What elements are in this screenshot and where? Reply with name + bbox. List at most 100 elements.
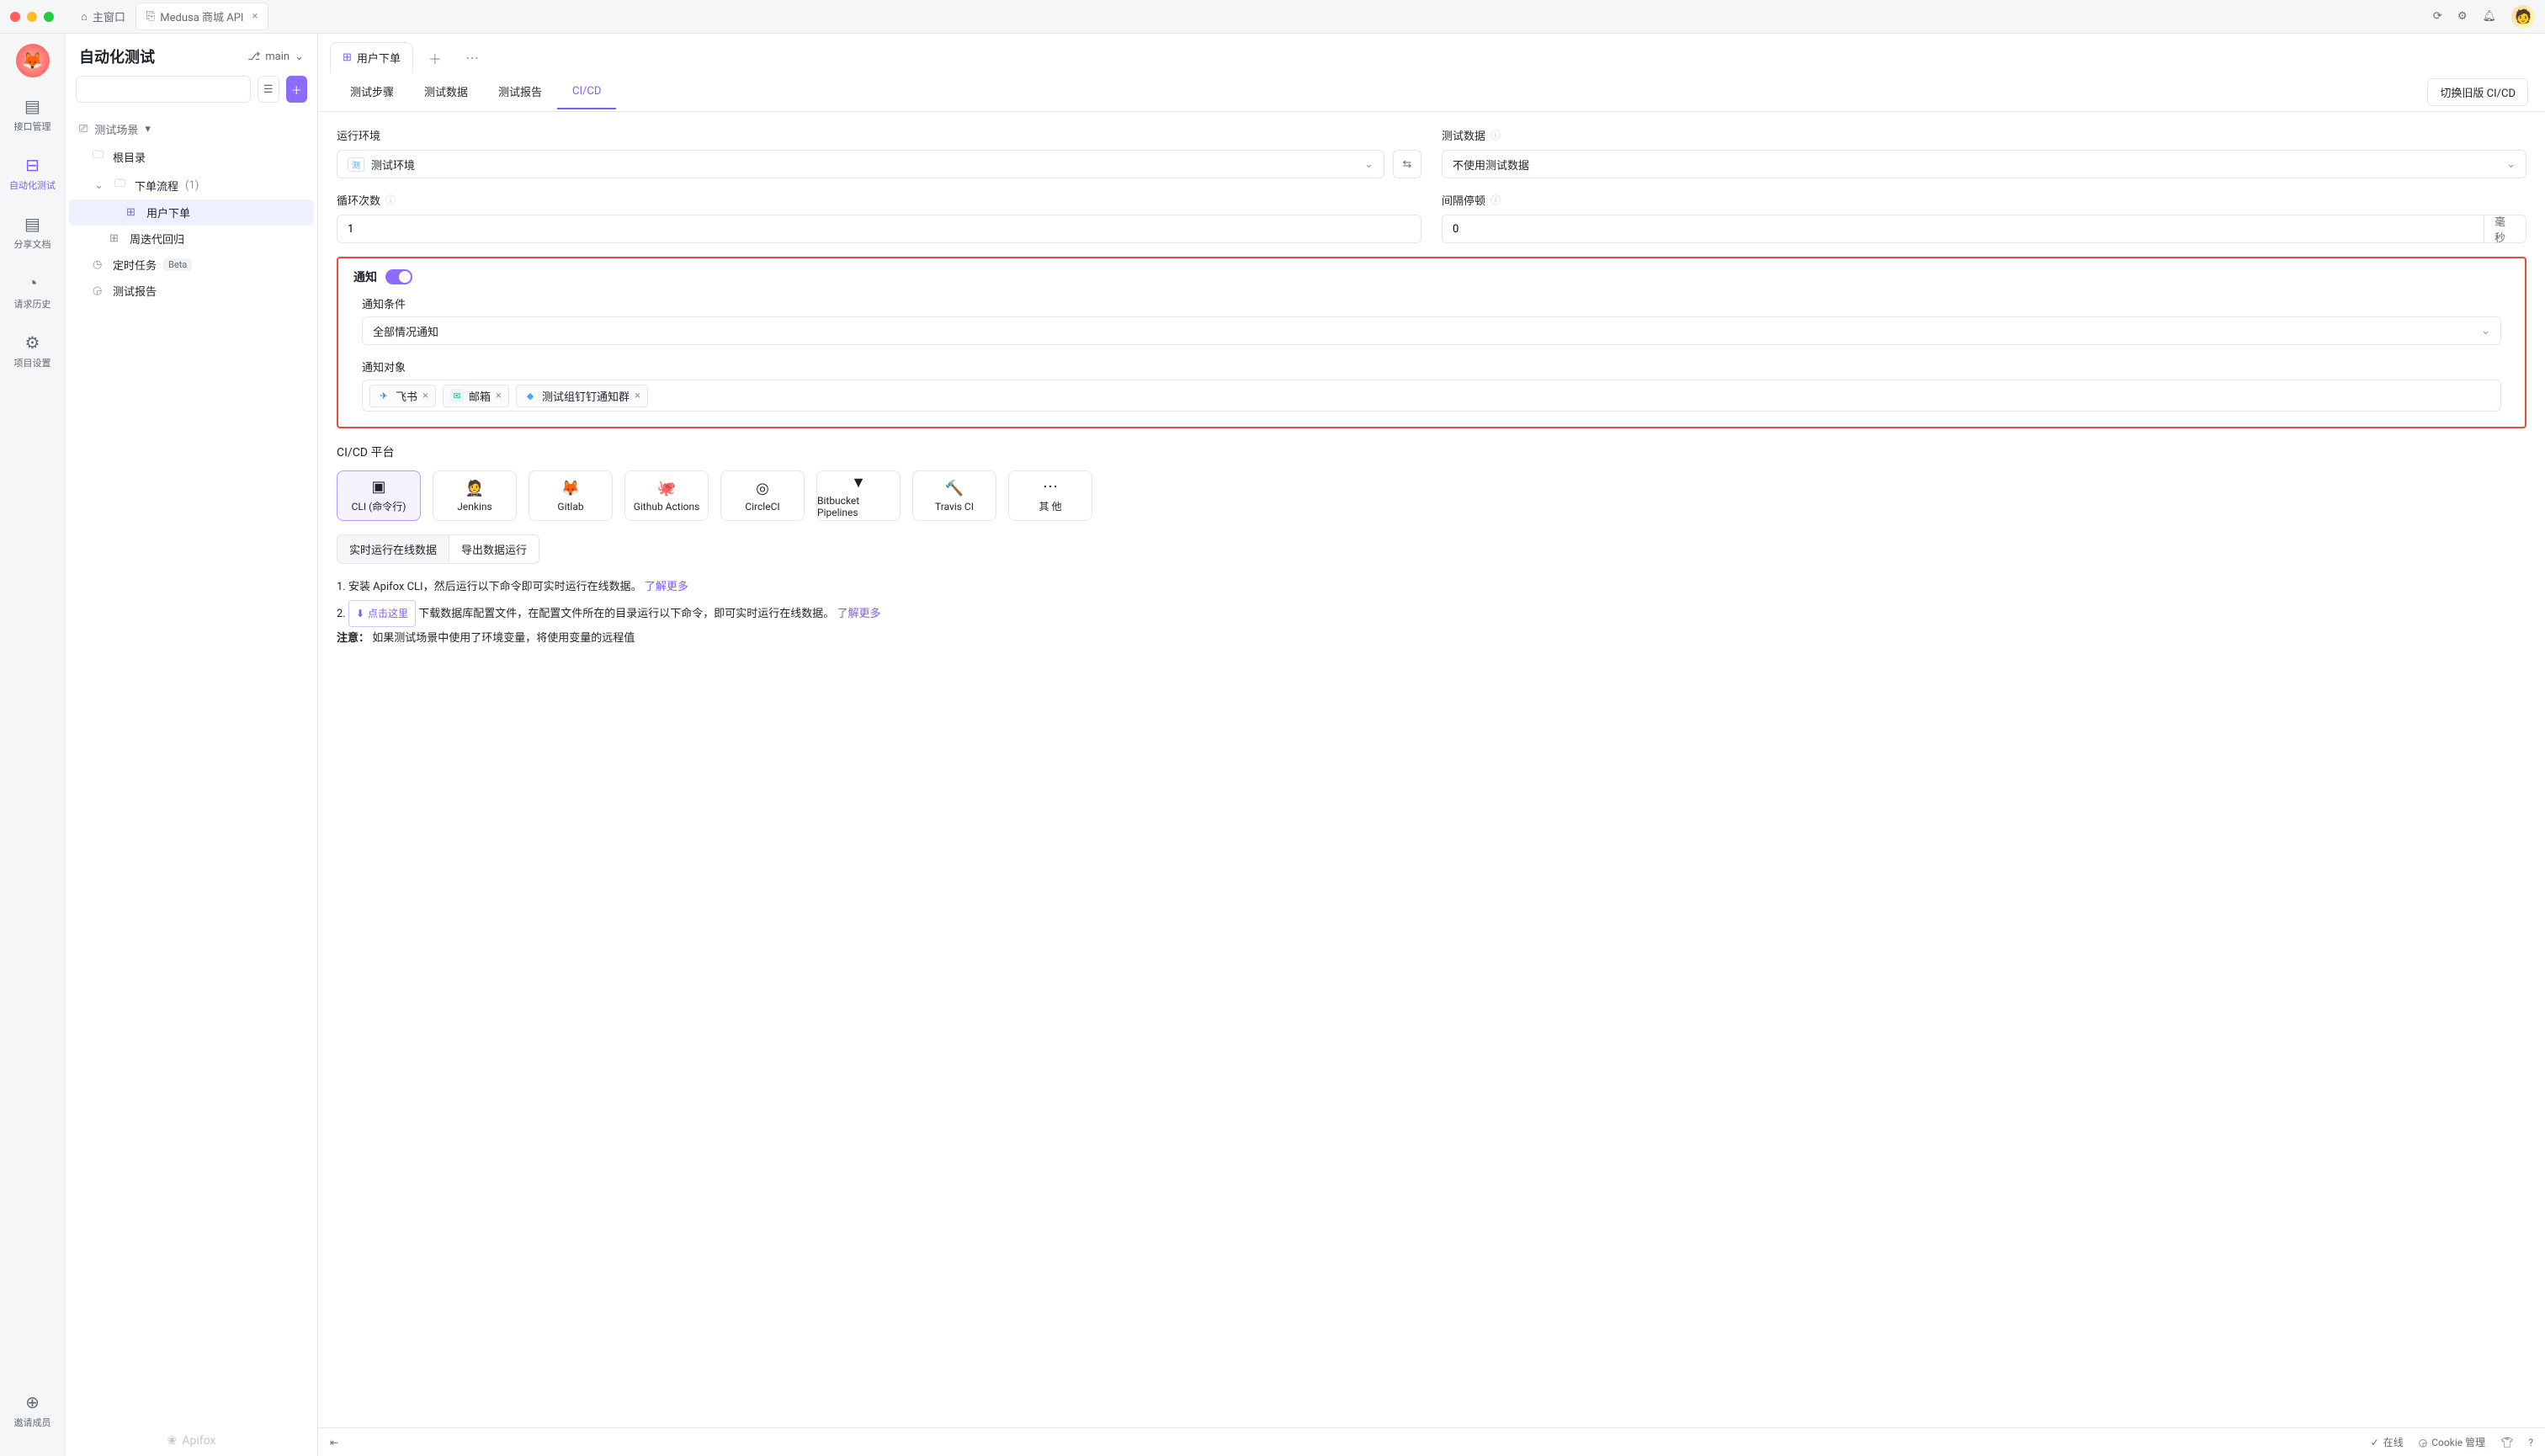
settings-icon[interactable]: ⚙ [2457, 10, 2468, 23]
platform-label: Gitlab [557, 501, 583, 513]
rail-invite-members[interactable]: ⊕ 邀请成员 [0, 1389, 65, 1432]
cicd-section-title: CI/CD 平台 [337, 444, 2526, 460]
navigation-rail: 🦊 ▤ 接口管理 ⊟ 自动化测试 ▤ 分享文档 ◔ 请求历史 ⚙ 项目设置 [0, 34, 66, 1456]
subtab-steps[interactable]: 测试步骤 [335, 73, 409, 111]
project-tab[interactable]: ⎘ Medusa 商城 API × [135, 3, 269, 30]
chip-label: 测试组钉钉通知群 [542, 388, 630, 404]
platform-card[interactable]: ◎CircleCI [720, 470, 805, 521]
env-value: 测试环境 [371, 157, 415, 173]
chip-dingtalk: ◆ 测试组钉钉通知群 × [516, 385, 648, 407]
sidebar: 自动化测试 ⎇ main ⌄ 🔍︎ ☰ ＋ ⎚ 测试场景 [66, 34, 318, 1456]
platform-card[interactable]: 🦊 Gitlab [529, 470, 613, 521]
rail-request-history[interactable]: ◔ 请求历史 [0, 269, 65, 314]
tree-weekly-regression[interactable]: ⊞ 周迭代回归 [69, 226, 314, 252]
cookie-icon: ◶ [2419, 1437, 2427, 1448]
rail-label: 项目设置 [14, 356, 51, 369]
interval-input[interactable] [1442, 215, 2484, 243]
subtab-cicd[interactable]: CI/CD [557, 75, 616, 109]
switch-old-cicd-button[interactable]: 切换旧版 CI/CD [2427, 78, 2528, 106]
bell-icon[interactable]: 🔔︎ [2482, 10, 2496, 23]
online-status[interactable]: ✓在线 [2371, 1435, 2404, 1449]
app-logo[interactable]: 🦊 [16, 44, 50, 77]
theme-toggle[interactable]: 👕︎ [2500, 1437, 2513, 1448]
platform-card[interactable]: 🐙Github Actions [624, 470, 709, 521]
loop-count-input[interactable] [337, 215, 1421, 243]
tree-group-scenarios[interactable]: ⎚ 测试场景 ▾ [69, 116, 314, 142]
remove-chip-icon[interactable]: × [422, 390, 428, 402]
add-button[interactable]: ＋ [286, 76, 308, 103]
refresh-icon[interactable]: ⟳ [2433, 10, 2442, 23]
help-button[interactable]: ? [2528, 1437, 2533, 1448]
window-minimize-button[interactable] [27, 12, 37, 22]
platform-card[interactable]: ▼Bitbucket Pipelines [816, 470, 901, 521]
rail-label: 请求历史 [14, 297, 51, 311]
chevron-down-icon: ⌄ [94, 179, 108, 192]
platform-label: CLI (命令行) [352, 499, 406, 513]
chevron-down-icon: ⌄ [1364, 158, 1373, 171]
pill-export[interactable]: 导出数据运行 [449, 534, 539, 564]
add-tab-button[interactable]: ＋ [420, 43, 450, 73]
branch-selector[interactable]: ⎇ main ⌄ [247, 50, 304, 63]
info-icon: ⓘ [385, 193, 396, 207]
notify-target-input[interactable]: ✈ 飞书 × ✉ 邮箱 × ◆ 测试组钉钉通知群 [362, 380, 2501, 412]
invite-icon: ⊕ [25, 1392, 40, 1412]
subtab-report[interactable]: 测试报告 [483, 73, 557, 111]
search-input[interactable] [76, 76, 251, 103]
beta-badge: Beta [163, 258, 192, 271]
platform-icon: ⋯ [1043, 478, 1058, 496]
collapse-button[interactable]: ⇤ [330, 1437, 338, 1448]
notify-condition-select[interactable]: 全部情况通知 ⌄ [362, 316, 2501, 345]
subtab-data[interactable]: 测试数据 [409, 73, 483, 111]
content-tab-label: 用户下单 [357, 50, 401, 66]
swap-icon: ⇆ [1403, 158, 1412, 171]
tree-test-reports[interactable]: ◶ 测试报告 [69, 278, 314, 304]
env-tag: 测 [348, 157, 364, 172]
test-data-select[interactable]: 不使用测试数据 ⌄ [1442, 150, 2526, 178]
brand-name: Apifox [182, 1434, 215, 1448]
cookie-manager[interactable]: ◶Cookie 管理 [2419, 1435, 2485, 1449]
loop-count-label: 循环次数 [337, 192, 380, 208]
history-icon: ◔ [27, 273, 37, 294]
platform-label: 其 他 [1039, 499, 1062, 513]
learn-more-link-2[interactable]: 了解更多 [837, 608, 881, 620]
user-avatar[interactable]: 🧑 [2511, 5, 2535, 29]
content-tab-user-order[interactable]: ⊞ 用户下单 [330, 42, 413, 73]
test-data-label: 测试数据 [1442, 127, 1485, 143]
rail-automated-testing[interactable]: ⊟ 自动化测试 [0, 151, 65, 195]
step2-text: 下载数据库配置文件，在配置文件所在的目录运行以下命令，即可实时运行在线数据。 [418, 608, 834, 620]
close-icon[interactable]: × [252, 10, 258, 23]
platform-card[interactable]: ▣CLI (命令行) [337, 470, 421, 521]
pill-realtime[interactable]: 实时运行在线数据 [337, 534, 449, 564]
window-maximize-button[interactable] [44, 12, 54, 22]
rail-project-settings[interactable]: ⚙ 项目设置 [0, 329, 65, 373]
learn-more-link-1[interactable]: 了解更多 [645, 581, 688, 593]
filter-button[interactable]: ☰ [258, 76, 279, 103]
tab-more-button[interactable]: ⋯ [457, 45, 487, 71]
folder-icon: 🗀 [93, 147, 106, 166]
platform-icon: 🦊 [561, 480, 580, 497]
platform-card[interactable]: 🔨Travis CI [912, 470, 996, 521]
remove-chip-icon[interactable]: × [635, 390, 640, 402]
notify-toggle[interactable] [385, 269, 412, 284]
swap-button[interactable]: ⇆ [1393, 150, 1421, 178]
tree-label: 测试报告 [113, 283, 157, 299]
environment-select[interactable]: 测 测试环境 ⌄ [337, 150, 1384, 178]
rail-api-management[interactable]: ▤ 接口管理 [0, 93, 65, 136]
download-config-button[interactable]: ⬇ 点击这里 [348, 600, 416, 627]
platform-label: Bitbucket Pipelines [817, 495, 900, 518]
platform-card[interactable]: 🤵Jenkins [433, 470, 517, 521]
rail-share-docs[interactable]: ▤ 分享文档 [0, 210, 65, 254]
tree-order-flow[interactable]: ⌄ 🗀 下单流程 (1) [69, 171, 314, 199]
download-icon: ⬇ [356, 603, 364, 624]
remove-chip-icon[interactable]: × [496, 390, 502, 402]
platform-card[interactable]: ⋯ 其 他 [1008, 470, 1092, 521]
window-close-button[interactable] [10, 12, 20, 22]
scenario-icon: ⊞ [126, 206, 140, 219]
tree-group-label: 测试场景 [94, 121, 138, 137]
tree-root-dir[interactable]: 🗀 根目录 [69, 142, 314, 171]
tree-user-order[interactable]: ⊞ 用户下单 [69, 199, 314, 226]
project-tab-label: Medusa 商城 API [160, 8, 243, 24]
main-window-tab[interactable]: ⌂ 主窗口 [71, 3, 135, 29]
interval-unit: 毫秒 [2484, 215, 2526, 243]
tree-scheduled-tasks[interactable]: ◷ 定时任务 Beta [69, 252, 314, 278]
